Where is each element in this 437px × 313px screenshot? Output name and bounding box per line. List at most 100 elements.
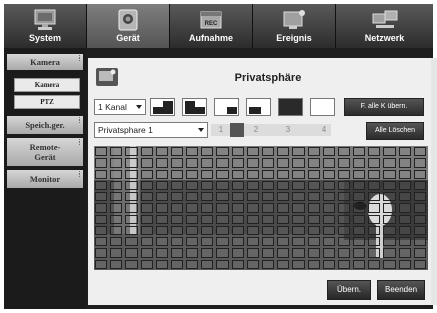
mask-cell[interactable] <box>292 158 305 168</box>
mask-cell[interactable] <box>170 225 184 236</box>
mask-cell[interactable] <box>155 214 168 224</box>
mask-cell[interactable] <box>110 225 123 236</box>
mask-cell[interactable] <box>398 203 411 213</box>
camera-preview[interactable] <box>94 146 428 270</box>
mask-cell[interactable] <box>337 147 351 157</box>
area-number-3[interactable]: 3 <box>281 123 295 137</box>
mask-cell[interactable] <box>170 158 184 168</box>
mask-cell[interactable] <box>170 180 184 191</box>
mask-cell[interactable] <box>125 169 138 179</box>
mask-cell[interactable] <box>231 192 244 202</box>
mask-cell[interactable] <box>216 158 229 168</box>
mask-cell[interactable] <box>322 158 335 168</box>
mask-cell[interactable] <box>413 259 426 269</box>
apply-button[interactable]: Übern. <box>327 280 371 300</box>
mask-cell[interactable] <box>170 192 184 202</box>
mask-cell[interactable] <box>292 214 305 224</box>
mask-cell[interactable] <box>322 169 335 179</box>
mask-cell[interactable] <box>398 237 411 247</box>
mask-cell[interactable] <box>140 248 153 258</box>
mask-cell[interactable] <box>277 248 290 258</box>
mask-cell[interactable] <box>383 248 396 258</box>
mask-cell[interactable] <box>292 169 305 179</box>
mask-cell[interactable] <box>110 180 123 191</box>
mask-cell[interactable] <box>231 259 244 269</box>
mask-cell[interactable] <box>277 147 290 157</box>
mask-cell[interactable] <box>413 214 426 224</box>
mask-cell[interactable] <box>277 180 290 191</box>
mask-cell[interactable] <box>368 203 381 213</box>
mask-cell[interactable] <box>125 203 138 213</box>
mask-cell[interactable] <box>140 147 153 157</box>
mask-cell[interactable] <box>246 225 259 236</box>
mask-cell[interactable] <box>140 158 153 168</box>
mask-cell[interactable] <box>201 169 214 179</box>
mask-cell[interactable] <box>353 259 366 269</box>
mask-cell[interactable] <box>216 225 229 236</box>
mask-cell[interactable] <box>140 169 153 179</box>
mask-cell[interactable] <box>277 203 290 213</box>
split-bottom-right-button[interactable] <box>214 98 239 116</box>
mask-cell[interactable] <box>307 248 320 258</box>
clear-all-button[interactable]: Alle Löschen <box>366 122 424 140</box>
mask-cell[interactable] <box>216 248 229 258</box>
tab-netzwerk[interactable]: Netzwerk <box>336 4 433 48</box>
mask-cell[interactable] <box>292 203 305 213</box>
mask-cell[interactable] <box>307 147 320 157</box>
sidebar-item-speicher[interactable]: Speich.ger. :: <box>7 116 83 134</box>
mask-cell[interactable] <box>231 180 244 191</box>
tab-system[interactable]: System <box>4 4 86 48</box>
mask-cell[interactable] <box>246 259 259 269</box>
mask-cell[interactable] <box>216 237 229 247</box>
mask-cell[interactable] <box>125 147 138 157</box>
mask-cell[interactable] <box>155 158 168 168</box>
mask-cell[interactable] <box>186 259 199 269</box>
mask-cell[interactable] <box>322 214 335 224</box>
mask-cell[interactable] <box>292 192 305 202</box>
mask-cell[interactable] <box>353 203 366 213</box>
mask-cell[interactable] <box>261 225 275 236</box>
mask-cell[interactable] <box>95 203 108 213</box>
mask-cell[interactable] <box>201 214 214 224</box>
mask-cell[interactable] <box>246 214 259 224</box>
mask-cell[interactable] <box>110 192 123 202</box>
mask-cell[interactable] <box>337 248 351 258</box>
mask-cell[interactable] <box>95 225 108 236</box>
mask-cell[interactable] <box>413 225 426 236</box>
mask-cell[interactable] <box>277 169 290 179</box>
mask-cell[interactable] <box>277 225 290 236</box>
mask-cell[interactable] <box>216 259 229 269</box>
mask-cell[interactable] <box>216 180 229 191</box>
privacy-area-select[interactable]: Privatsphare 1 <box>94 122 208 138</box>
mask-cell[interactable] <box>110 158 123 168</box>
area-number-2-active[interactable]: 2 <box>230 123 244 137</box>
mask-cell[interactable] <box>322 180 335 191</box>
mask-cell[interactable] <box>261 147 275 157</box>
split-top-left-button[interactable] <box>182 98 207 116</box>
mask-cell[interactable] <box>261 203 275 213</box>
mask-cell[interactable] <box>337 225 351 236</box>
mask-cell[interactable] <box>246 248 259 258</box>
split-none-button[interactable] <box>310 98 335 116</box>
mask-cell[interactable] <box>125 180 138 191</box>
mask-cell[interactable] <box>246 147 259 157</box>
mask-cell[interactable] <box>155 192 168 202</box>
mask-cell[interactable] <box>398 169 411 179</box>
mask-cell[interactable] <box>170 214 184 224</box>
mask-cell[interactable] <box>95 169 108 179</box>
mask-cell[interactable] <box>201 237 214 247</box>
mask-cell[interactable] <box>368 169 381 179</box>
mask-cell[interactable] <box>292 259 305 269</box>
mask-cell[interactable] <box>353 237 366 247</box>
sidebar-item-monitor[interactable]: Monitor :: <box>7 170 83 188</box>
mask-cell[interactable] <box>246 180 259 191</box>
sidebar-item-remote[interactable]: Remote-Gerät :: <box>7 138 83 166</box>
mask-cell[interactable] <box>186 192 199 202</box>
mask-cell[interactable] <box>231 225 244 236</box>
mask-cell[interactable] <box>95 237 108 247</box>
mask-cell[interactable] <box>95 214 108 224</box>
mask-cell[interactable] <box>398 214 411 224</box>
mask-cell[interactable] <box>246 169 259 179</box>
mask-cell[interactable] <box>413 192 426 202</box>
sidebar-item-kamera[interactable]: Kamera :: <box>7 54 83 70</box>
